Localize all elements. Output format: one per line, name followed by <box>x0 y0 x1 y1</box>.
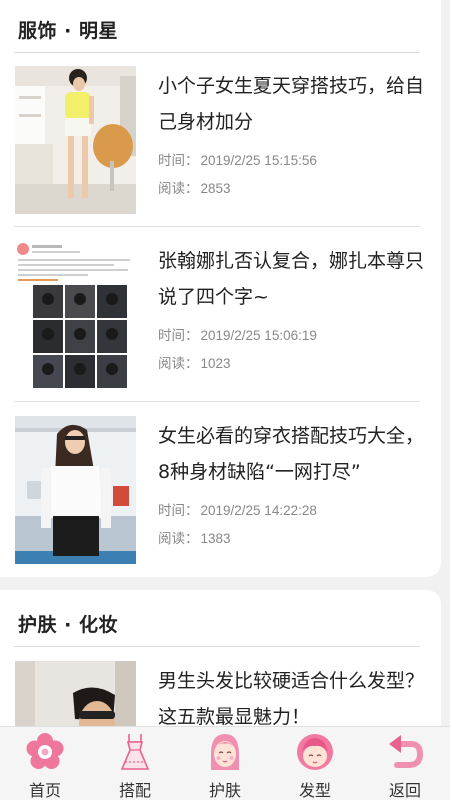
article-title[interactable]: 男生头发比较硬适合什么发型？这五款最显魅力！ <box>158 663 426 726</box>
article-title[interactable]: 小个子女生夏天穿搭技巧，给自己身材加分 <box>158 68 426 140</box>
article-item[interactable]: 女生必看的穿衣搭配技巧大全，8种身材缺陷“一网打尽” 时间： 2019/2/25 … <box>0 416 441 591</box>
article-thumbnail[interactable] <box>15 661 136 726</box>
time-label: 时间： <box>158 153 199 168</box>
content-scroll[interactable]: 服饰 · 明星 小个子女生夏天穿搭技巧，给自己身材加分 时间： 2019/2/2… <box>0 0 450 726</box>
article-title[interactable]: 女生必看的穿衣搭配技巧大全，8种身材缺陷“一网打尽” <box>158 418 426 490</box>
reads-label: 阅读： <box>158 531 199 546</box>
time-value: 2019/2/25 14:22:28 <box>200 503 317 518</box>
reads-value: 1383 <box>200 531 231 546</box>
article-thumbnail[interactable] <box>15 66 136 214</box>
article-reads: 阅读： 1023 <box>158 352 231 372</box>
tab-outfit[interactable]: 搭配 <box>90 727 180 800</box>
article-item[interactable]: 张翰娜扎否认复合，娜扎本尊只说了四个字~ 时间： 2019/2/25 15:06:… <box>0 241 441 416</box>
tab-back[interactable]: 返回 <box>360 727 450 800</box>
time-label: 时间： <box>158 328 199 343</box>
tab-label: 返回 <box>388 781 421 800</box>
time-value: 2019/2/25 15:06:19 <box>200 328 317 343</box>
dress-icon <box>115 732 155 772</box>
section-card-fashion: 服饰 · 明星 小个子女生夏天穿搭技巧，给自己身材加分 时间： 2019/2/2… <box>0 0 441 577</box>
article-time: 时间： 2019/2/25 15:06:19 <box>158 324 317 344</box>
tab-hairstyle[interactable]: 发型 <box>270 727 360 800</box>
article-reads: 阅读： 2853 <box>158 177 231 197</box>
tab-label: 发型 <box>298 781 331 800</box>
article-time: 时间： 2019/2/25 14:22:28 <box>158 499 317 519</box>
reads-value: 2853 <box>200 181 231 196</box>
row-divider <box>14 401 420 402</box>
section-card-skincare: 护肤 · 化妆 男生头发比较硬适合什么发型？这五款最显魅力！ <box>0 590 441 726</box>
article-thumbnail[interactable] <box>15 241 136 389</box>
flower-icon <box>25 732 65 772</box>
tab-skincare[interactable]: 护肤 <box>180 727 270 800</box>
tab-label: 护肤 <box>208 781 241 800</box>
tab-home[interactable]: 首页 <box>0 727 90 800</box>
tab-label: 首页 <box>28 781 61 800</box>
reads-label: 阅读： <box>158 356 199 371</box>
girl-face-icon <box>205 732 245 772</box>
article-thumbnail[interactable] <box>15 416 136 564</box>
article-title[interactable]: 张翰娜扎否认复合，娜扎本尊只说了四个字~ <box>158 243 426 315</box>
row-divider <box>14 226 420 227</box>
bottom-tab-bar: 首页 搭配 护肤 发型 返回 <box>0 726 450 800</box>
article-item[interactable]: 男生头发比较硬适合什么发型？这五款最显魅力！ <box>0 661 441 726</box>
article-item[interactable]: 小个子女生夏天穿搭技巧，给自己身材加分 时间： 2019/2/25 15:15:5… <box>0 66 441 241</box>
section-title: 服饰 · 明星 <box>18 20 118 42</box>
article-reads: 阅读： 1383 <box>158 527 231 547</box>
reads-value: 1023 <box>200 356 231 371</box>
article-time: 时间： 2019/2/25 15:15:56 <box>158 149 317 169</box>
time-label: 时间： <box>158 503 199 518</box>
time-value: 2019/2/25 15:15:56 <box>200 153 317 168</box>
section-divider <box>14 646 420 647</box>
reads-label: 阅读： <box>158 181 199 196</box>
back-arrow-icon <box>385 732 425 772</box>
tab-label: 搭配 <box>118 781 151 800</box>
section-divider <box>14 52 420 53</box>
section-title: 护肤 · 化妆 <box>18 614 118 636</box>
hairstyle-icon <box>295 732 335 772</box>
